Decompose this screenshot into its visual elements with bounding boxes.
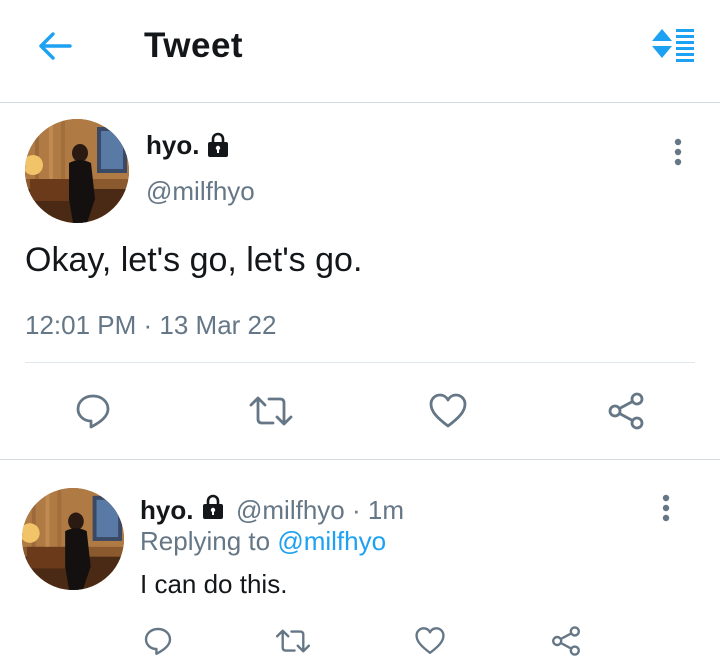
more-options-button[interactable] [662,134,694,170]
header-divider [0,102,720,103]
reply-button[interactable] [70,388,116,434]
sort-list-icon [652,29,694,62]
back-button[interactable] [30,24,80,68]
reply-share-button[interactable] [547,622,585,660]
retweet-button[interactable] [246,388,296,434]
reply-icon [144,627,172,655]
tweet-timestamp[interactable]: 12:01 PM · 13 Mar 22 [25,310,276,341]
heart-icon [429,393,467,428]
reply-icon [76,394,110,429]
reply-display-name[interactable]: hyo. [140,495,193,526]
display-name[interactable]: hyo. [146,130,199,161]
share-icon [552,626,580,656]
heart-icon [415,627,445,655]
replying-to: Replying to @milfhyo [140,526,386,557]
more-vertical-icon [674,138,682,166]
lock-icon [204,131,232,159]
reply-like-button[interactable] [412,622,448,660]
arrow-left-icon [39,32,72,60]
reply-handle-time[interactable]: @milfhyo · 1m [236,495,404,526]
retweet-icon [249,396,293,426]
reply-avatar[interactable] [22,488,124,590]
share-button[interactable] [603,388,649,434]
reply-lock-icon [199,493,227,521]
reply-retweet-button[interactable] [272,622,314,660]
tweet-text: Okay, let's go, let's go. [25,241,363,279]
share-icon [608,392,644,430]
tweet-divider [25,362,695,363]
more-vertical-icon [662,494,670,522]
retweet-icon [275,629,311,653]
reply-more-options-button[interactable] [650,490,682,526]
page-title: Tweet [144,26,244,65]
section-divider [0,459,720,460]
replying-to-label: Replying to [140,526,271,556]
reply-reply-button[interactable] [140,622,176,660]
handle[interactable]: @milfhyo [146,176,255,207]
reply-text: I can do this. [140,569,288,599]
sort-button[interactable] [640,22,704,68]
avatar[interactable] [25,119,129,223]
replying-to-handle-link[interactable]: @milfhyo [277,526,386,556]
like-button[interactable] [425,388,471,434]
